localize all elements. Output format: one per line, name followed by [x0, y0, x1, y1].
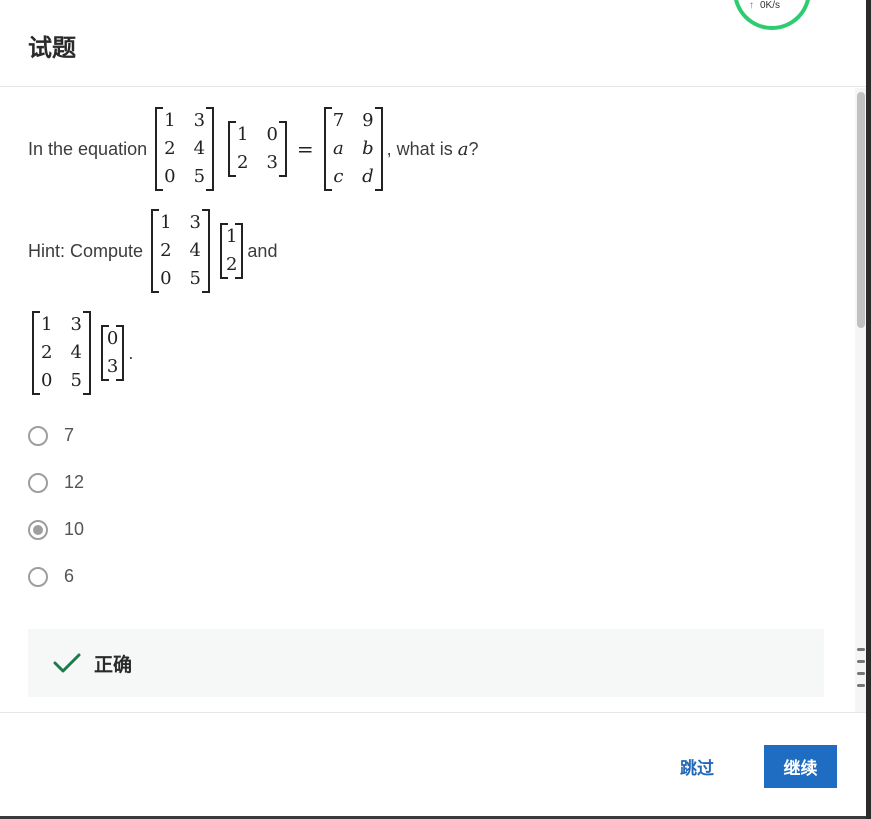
radio-button[interactable] — [28, 472, 48, 493]
hint-vector-cell: 0 — [106, 328, 119, 349]
matrix-a-cell: 2 — [164, 138, 176, 159]
matrix-result-cell: 9 — [362, 110, 374, 131]
feedback-banner: 正确 — [28, 629, 824, 697]
answer-option[interactable]: 12 — [28, 472, 84, 493]
hint-matrix-1: 13 24 05 — [151, 209, 210, 293]
hint-vector-1: 1 2 — [219, 223, 244, 279]
hint-end: . — [128, 342, 134, 363]
window-edge — [866, 0, 871, 819]
hint-matrix-cell: 3 — [70, 314, 82, 335]
hint-text: Hint: Compute 13 24 05 1 2 and — [28, 209, 278, 293]
matrix-a-cell: 0 — [164, 166, 176, 187]
matrix-b: 10 23 — [228, 121, 287, 177]
feedback-text: 正确 — [94, 654, 133, 676]
hint-matrix-cell: 0 — [160, 268, 172, 289]
matrix-b-cell: 2 — [237, 152, 249, 173]
network-speed-widget: ↑ 0K/s — [733, 0, 811, 30]
answer-option[interactable]: 7 — [28, 425, 74, 446]
scrollbar-thumb[interactable] — [857, 92, 865, 328]
question-suffix: , what is — [386, 138, 458, 159]
option-label: 6 — [64, 566, 75, 586]
answer-option-selected[interactable]: 10 — [28, 519, 84, 540]
matrix-result-cell: c — [333, 166, 344, 187]
option-label: 10 — [64, 519, 85, 539]
option-label: 12 — [64, 472, 85, 492]
header: 试题 ↑ 0K/s — [0, 0, 866, 87]
hint-matrix-cell: 1 — [41, 314, 53, 335]
hint-matrix-cell: 3 — [189, 212, 201, 233]
matrix-a-cell: 5 — [193, 166, 206, 187]
matrix-b-cell: 3 — [266, 152, 278, 173]
radio-button-selected[interactable] — [28, 519, 48, 540]
matrix-a-cell: 4 — [193, 138, 206, 159]
skip-button[interactable]: 跳过 — [668, 745, 726, 787]
question-text: In the equation 13 24 05 10 23 = 79 ab c… — [28, 107, 479, 191]
option-label: 7 — [64, 425, 75, 445]
page-title: 试题 — [28, 35, 76, 62]
hint-matrix-cell: 2 — [41, 342, 53, 363]
hint-vector-2: 0 3 — [100, 325, 125, 381]
matrix-a-cell: 3 — [193, 110, 206, 131]
hint-vector-cell: 1 — [225, 226, 238, 247]
question-variable: a — [457, 138, 469, 160]
continue-button[interactable]: 继续 — [764, 745, 837, 788]
hint-matrix-2: 13 24 05 — [32, 311, 91, 395]
matrix-result-cell: 7 — [332, 110, 345, 131]
equals-sign: = — [296, 137, 314, 161]
matrix-b-cell: 0 — [266, 124, 278, 145]
matrix-result-cell: a — [333, 138, 344, 159]
hint-matrix-cell: 5 — [189, 268, 201, 289]
matrix-a-cell: 1 — [164, 110, 176, 131]
matrix-b-cell: 1 — [237, 124, 249, 145]
footer: 跳过 继续 — [0, 712, 866, 817]
scrollbar-markers — [856, 648, 866, 712]
hint-matrix-cell: 5 — [70, 370, 82, 391]
answer-option[interactable]: 6 — [28, 566, 74, 587]
hint-matrix-cell: 1 — [160, 212, 172, 233]
matrix-result-cell: d — [362, 166, 374, 187]
hint-matrix-cell: 0 — [41, 370, 53, 391]
radio-button[interactable] — [28, 425, 48, 446]
question-prefix: In the equation — [28, 138, 148, 159]
hint-vector-cell: 2 — [225, 254, 238, 275]
hint-vector-cell: 3 — [106, 356, 119, 377]
hint-prefix: Hint: Compute — [28, 240, 144, 261]
upload-arrow-icon: ↑ — [749, 0, 754, 11]
checkmark-icon — [53, 653, 81, 673]
hint-matrix-cell: 2 — [160, 240, 172, 261]
hint-text-continued: 13 24 05 0 3 . — [28, 311, 134, 395]
hint-conjunction: and — [247, 240, 278, 261]
hint-matrix-cell: 4 — [70, 342, 82, 363]
matrix-result-cell: b — [362, 138, 374, 159]
matrix-result: 79 ab cd — [323, 107, 383, 191]
question-end: ? — [468, 138, 479, 159]
matrix-a: 13 24 05 — [155, 107, 214, 191]
radio-button[interactable] — [28, 566, 48, 587]
speed-value: 0K/s — [760, 0, 781, 11]
hint-matrix-cell: 4 — [189, 240, 201, 261]
